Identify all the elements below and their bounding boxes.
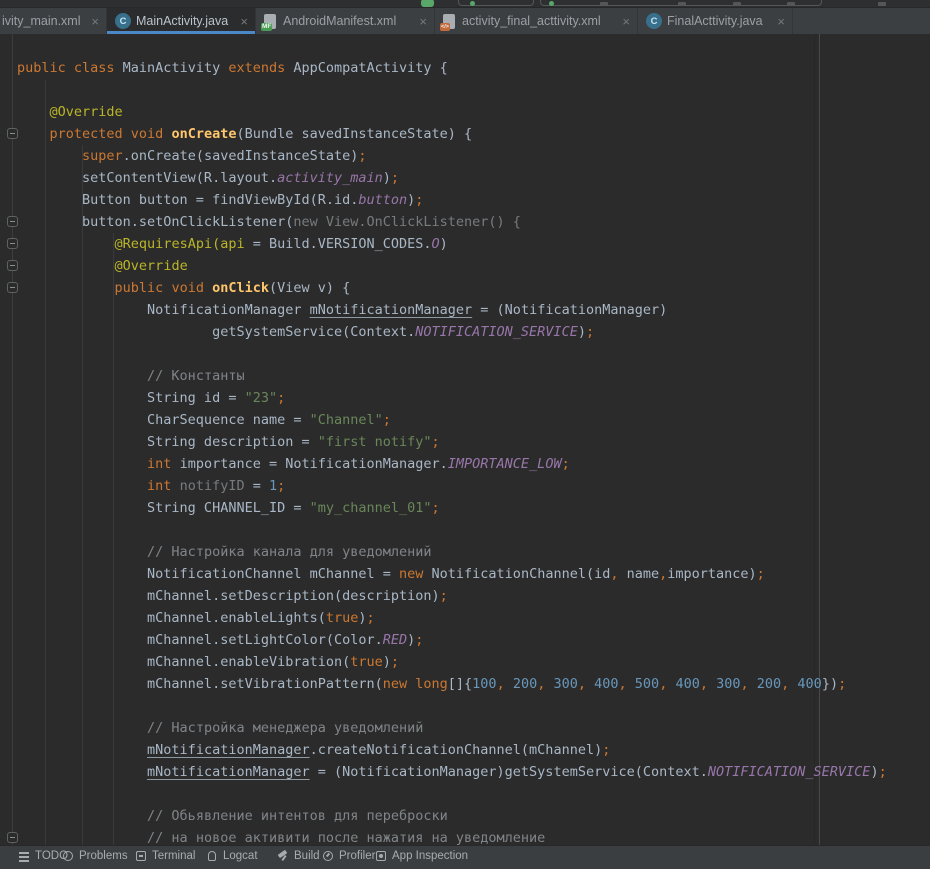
tab-label: AndroidManifest.xml	[283, 14, 396, 28]
toolbar-button-partial[interactable]	[600, 2, 608, 6]
tool-window-button-todo[interactable]: TODO	[18, 850, 68, 862]
fold-marker-icon[interactable]	[7, 832, 18, 843]
code-line[interactable]: // Константы	[17, 365, 887, 387]
appinspect-icon	[375, 850, 387, 862]
code-line[interactable]: String description = "first notify";	[17, 431, 887, 453]
fold-marker-icon[interactable]	[7, 238, 18, 249]
terminal-icon	[135, 850, 147, 862]
code-line[interactable]: public class MainActivity extends AppCom…	[17, 57, 887, 79]
tab-activity-final-acttivity-xml[interactable]: </> activity_final_acttivity.xml ×	[435, 8, 638, 34]
tool-window-button-profiler[interactable]: Profiler	[322, 850, 375, 862]
tab-androidmanifest-xml[interactable]: MF AndroidManifest.xml ×	[256, 8, 435, 34]
java-class-icon: C	[115, 13, 131, 29]
code-line[interactable]	[17, 343, 887, 365]
tool-window-button-logcat[interactable]: Logcat	[206, 850, 258, 862]
code-line[interactable]: // Обьявление интентов для переброски	[17, 805, 887, 827]
tool-window-label: Terminal	[152, 850, 195, 862]
code-line[interactable]: NotificationManager mNotificationManager…	[17, 299, 887, 321]
close-icon[interactable]: ×	[240, 15, 248, 28]
tool-window-label: Profiler	[339, 850, 375, 862]
code-line[interactable]: mNotificationManager.createNotificationC…	[17, 739, 887, 761]
tab-label: activity_final_acttivity.xml	[462, 14, 601, 28]
toolbar-button-partial[interactable]	[733, 2, 741, 6]
code-line[interactable]: getSystemService(Context.NOTIFICATION_SE…	[17, 321, 887, 343]
tab-label: ivity_main.xml	[2, 14, 81, 28]
code-line[interactable]: setContentView(R.layout.activity_main);	[17, 167, 887, 189]
code-line[interactable]: @Override	[17, 101, 887, 123]
code-line[interactable]: mChannel.enableVibration(true);	[17, 651, 887, 673]
run-button-partial[interactable]	[421, 0, 434, 7]
run-indicator-dot	[470, 1, 475, 6]
main-toolbar-clipped	[0, 0, 930, 8]
tab-mainactivity-java[interactable]: C MainActivity.java ×	[107, 8, 256, 34]
code-line[interactable]: NotificationChannel mChannel = new Notif…	[17, 563, 887, 585]
code-line[interactable]: @Override	[17, 255, 887, 277]
code-line[interactable]: int importance = NotificationManager.IMP…	[17, 453, 887, 475]
code-line[interactable]: CharSequence name = "Channel";	[17, 409, 887, 431]
toolbar-button-partial[interactable]	[787, 2, 795, 6]
build-icon	[277, 850, 289, 862]
close-icon[interactable]: ×	[622, 15, 630, 28]
tool-window-label: Logcat	[223, 850, 258, 862]
code-line[interactable]: @RequiresApi(api = Build.VERSION_CODES.O…	[17, 233, 887, 255]
tab-activity-main-xml[interactable]: ivity_main.xml ×	[0, 8, 107, 34]
code-line[interactable]: Button button = findViewById(R.id.button…	[17, 189, 887, 211]
code-line[interactable]	[17, 783, 887, 805]
code-editor[interactable]: public class MainActivity extends AppCom…	[0, 34, 930, 855]
fold-marker-icon[interactable]	[7, 282, 18, 293]
tool-window-button-problems[interactable]: Problems	[62, 850, 128, 862]
code-line[interactable]: protected void onCreate(Bundle savedInst…	[17, 123, 887, 145]
fold-gutter-line	[12, 34, 13, 845]
manifest-badge: MF	[261, 23, 272, 31]
code-line[interactable]: // Настройка канала для уведомлений	[17, 541, 887, 563]
code-line[interactable]: mChannel.setDescription(description);	[17, 585, 887, 607]
code-line[interactable]	[17, 695, 887, 717]
code-line[interactable]: String id = "23";	[17, 387, 887, 409]
tab-finalacttivity-java[interactable]: C FinalActtivity.java ×	[638, 8, 793, 34]
logcat-icon	[206, 850, 218, 862]
toolbar-button-partial[interactable]	[678, 2, 686, 6]
run-indicator-dot	[549, 1, 554, 6]
toolbar-button-partial[interactable]	[878, 2, 886, 6]
todo-icon	[18, 850, 30, 862]
tool-window-button-terminal[interactable]: Terminal	[135, 850, 195, 862]
editor-tab-bar: ivity_main.xml × C MainActivity.java × M…	[0, 8, 930, 34]
code-line[interactable]: button.setOnClickListener(new View.OnCli…	[17, 211, 887, 233]
fold-marker-icon[interactable]	[7, 216, 18, 227]
code-line[interactable]: mChannel.setLightColor(Color.RED);	[17, 629, 887, 651]
code-line[interactable]: String CHANNEL_ID = "my_channel_01";	[17, 497, 887, 519]
tool-window-label: App Inspection	[392, 850, 468, 862]
code-line[interactable]: public void onClick(View v) {	[17, 277, 887, 299]
bottom-tool-window-bar: TODO Problems Terminal Logcat Build Profiler A…	[0, 845, 930, 869]
code-line[interactable]: mChannel.enableLights(true);	[17, 607, 887, 629]
close-icon[interactable]: ×	[419, 15, 427, 28]
code-line[interactable]: mChannel.setVibrationPattern(new long[]{…	[17, 673, 887, 695]
code-line[interactable]: super.onCreate(savedInstanceState);	[17, 145, 887, 167]
fold-marker-icon[interactable]	[7, 128, 18, 139]
tab-label: MainActivity.java	[136, 14, 228, 28]
tab-label: FinalActtivity.java	[667, 14, 763, 28]
tool-window-button-build[interactable]: Build	[277, 850, 320, 862]
manifest-file-icon: MF	[264, 14, 276, 29]
code-line[interactable]	[17, 519, 887, 541]
tool-window-label: Build	[294, 850, 320, 862]
tool-window-button-app-inspection[interactable]: App Inspection	[375, 850, 468, 862]
fold-marker-icon[interactable]	[7, 260, 18, 271]
close-icon[interactable]: ×	[91, 15, 99, 28]
code-line[interactable]: mNotificationManager = (NotificationMana…	[17, 761, 887, 783]
code-area[interactable]: public class MainActivity extends AppCom…	[17, 57, 887, 849]
java-class-icon: C	[646, 13, 662, 29]
profiler-icon	[322, 850, 334, 862]
close-icon[interactable]: ×	[777, 15, 785, 28]
code-line[interactable]: // Настройка менеджера уведомлений	[17, 717, 887, 739]
problems-icon	[62, 850, 74, 862]
code-line[interactable]: int notifyID = 1;	[17, 475, 887, 497]
xml-file-icon: </>	[443, 14, 455, 29]
tool-window-label: Problems	[79, 850, 128, 862]
xml-badge: </>	[440, 23, 450, 31]
code-line[interactable]	[17, 79, 887, 101]
